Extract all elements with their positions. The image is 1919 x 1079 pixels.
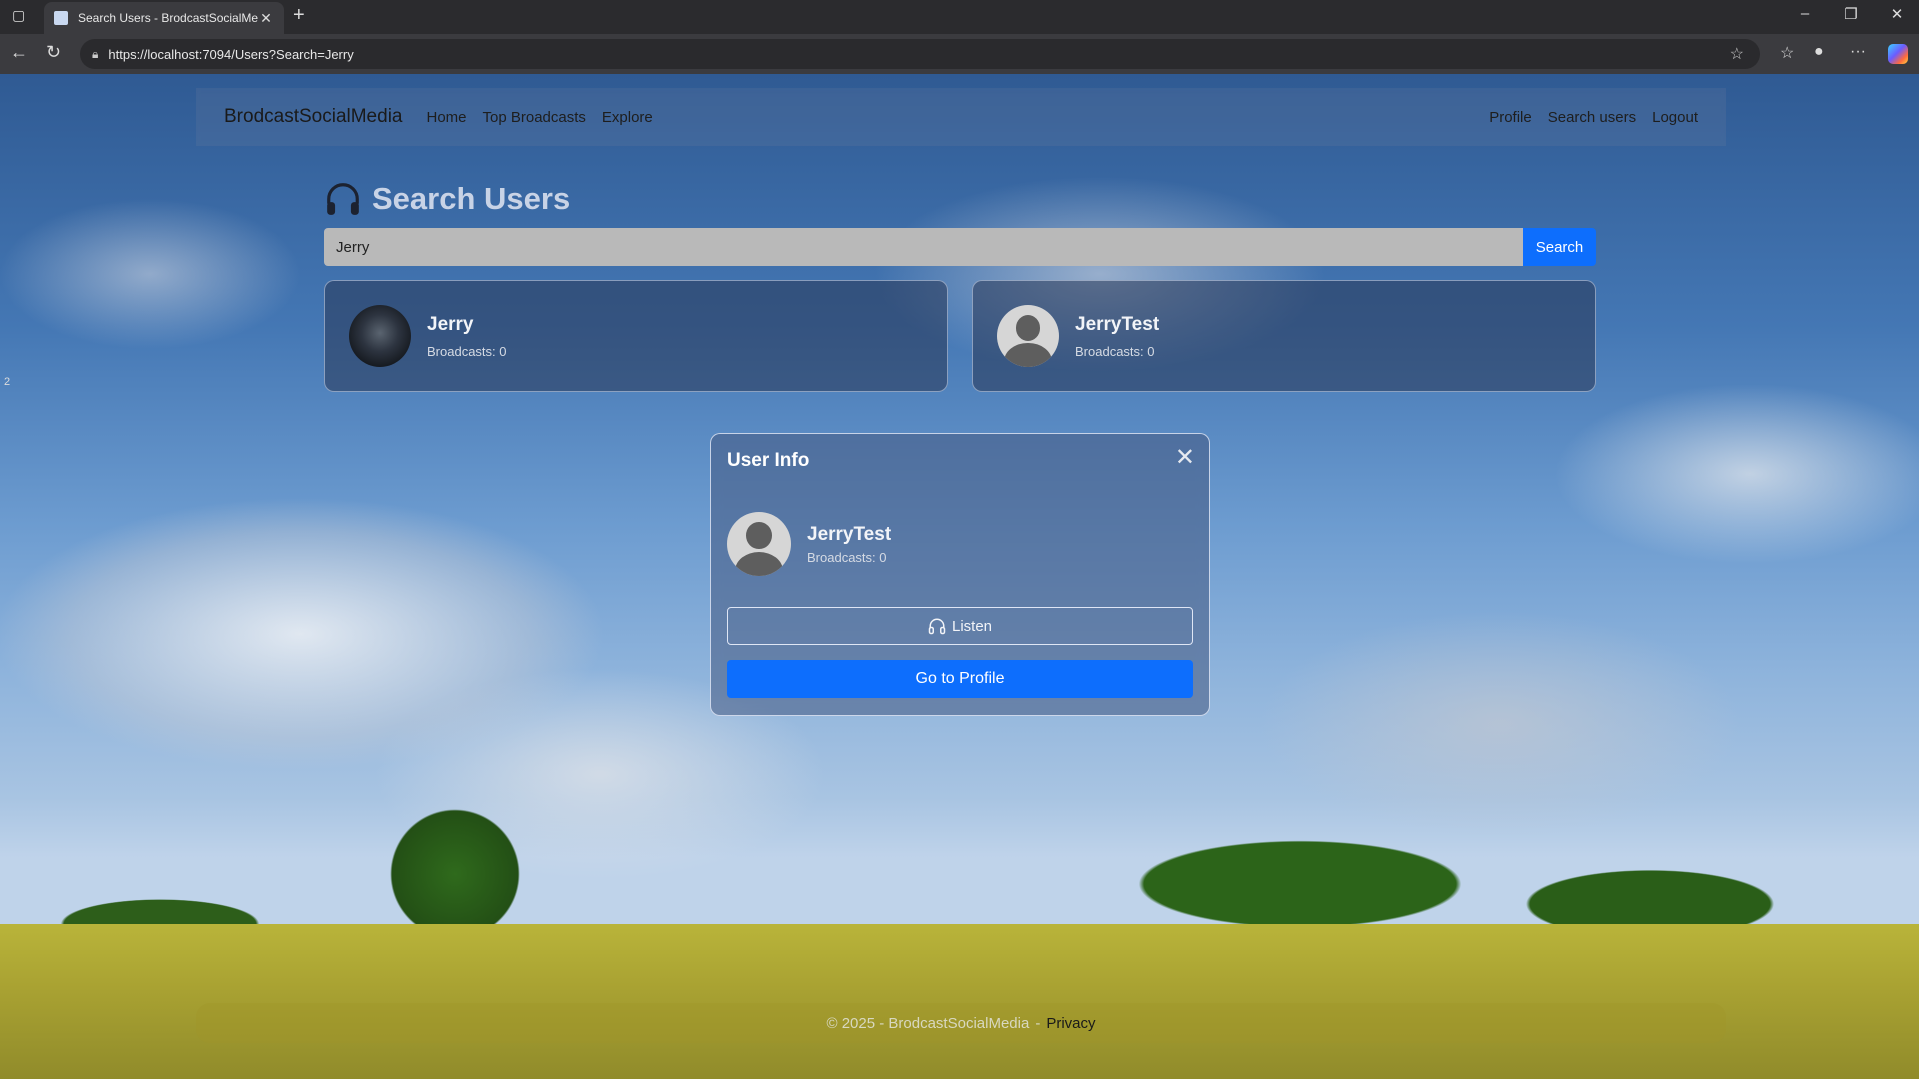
nav-search-users[interactable]: Search users — [1548, 109, 1636, 126]
page-viewport: 2 BrodcastSocialMedia Home Top Broadcast… — [0, 74, 1919, 1079]
tab-title: Search Users - BrodcastSocialMe — [78, 11, 258, 25]
reload-icon[interactable]: ↻ — [46, 42, 61, 63]
profile-avatar-icon[interactable]: ● — [1814, 43, 1824, 61]
close-tab-icon[interactable]: ✕ — [258, 10, 274, 27]
modal-user: JerryTest Broadcasts: 0 — [727, 512, 891, 576]
broadcast-count: Broadcasts: 0 — [427, 343, 507, 359]
nav-home[interactable]: Home — [426, 109, 466, 126]
favicon-icon — [54, 11, 68, 25]
privacy-link[interactable]: Privacy — [1046, 1015, 1095, 1032]
nav-top-broadcasts[interactable]: Top Broadcasts — [483, 109, 586, 126]
modal-broadcast-count: Broadcasts: 0 — [807, 549, 887, 565]
close-window-icon[interactable]: ✕ — [1882, 5, 1912, 23]
broadcast-count: Broadcasts: 0 — [1075, 343, 1155, 359]
lock-icon[interactable]: 🔒︎ — [92, 47, 98, 62]
side-marker: 2 — [4, 376, 11, 388]
minimize-icon[interactable]: – — [1790, 5, 1820, 22]
nav-logout[interactable]: Logout — [1652, 109, 1698, 126]
page-title-text: Search Users — [372, 181, 571, 216]
copilot-icon[interactable] — [1888, 44, 1908, 64]
user-name: Jerry — [427, 313, 474, 335]
background-trees — [0, 794, 1919, 944]
search-form: Search — [324, 228, 1596, 266]
user-name: JerryTest — [1075, 313, 1160, 335]
user-card-jerrytest[interactable]: JerryTest Broadcasts: 0 — [972, 280, 1596, 392]
user-info-modal: User Info ✕ JerryTest Broadcasts: 0 List… — [710, 433, 1210, 716]
nav-explore[interactable]: Explore — [602, 109, 653, 126]
search-input[interactable] — [324, 228, 1523, 266]
app-navbar: BrodcastSocialMedia Home Top Broadcasts … — [196, 88, 1726, 146]
url-text[interactable]: https://localhost:7094/Users?Search=Jerr… — [108, 47, 353, 62]
tab-actions-icon[interactable]: ▢ — [12, 7, 25, 24]
new-tab-icon[interactable]: + — [293, 4, 305, 27]
restore-icon[interactable]: ❐ — [1836, 5, 1866, 23]
page-title: Search Users — [324, 180, 570, 218]
avatar — [727, 512, 791, 576]
nav-right-group: Profile Search users Logout — [1473, 109, 1698, 126]
modal-user-name: JerryTest — [807, 523, 892, 545]
modal-title: User Info — [727, 450, 810, 471]
go-to-profile-button[interactable]: Go to Profile — [727, 660, 1193, 698]
avatar — [997, 305, 1059, 367]
browser-tab[interactable]: Search Users - BrodcastSocialMe ✕ — [44, 2, 284, 34]
brand-link[interactable]: BrodcastSocialMedia — [224, 106, 402, 128]
footer-separator: - — [1035, 1014, 1041, 1032]
nav-profile[interactable]: Profile — [1489, 109, 1532, 126]
avatar — [349, 305, 411, 367]
background-field — [0, 924, 1919, 1079]
favorites-icon[interactable]: ☆ — [1780, 43, 1794, 63]
headphones-icon — [327, 183, 359, 215]
listen-button[interactable]: Listen — [727, 607, 1193, 645]
favorite-star-icon[interactable]: ☆ — [1730, 44, 1744, 64]
browser-toolbar: ← ↻ 🔒︎ https://localhost:7094/Users?Sear… — [0, 34, 1919, 74]
address-bar[interactable]: 🔒︎ https://localhost:7094/Users?Search=J… — [80, 39, 1760, 69]
footer-copyright: © 2025 - BrodcastSocialMedia — [826, 1014, 1030, 1032]
user-card-jerry[interactable]: Jerry Broadcasts: 0 — [324, 280, 948, 392]
close-icon[interactable]: ✕ — [1175, 446, 1195, 470]
more-menu-icon[interactable]: ··· — [1850, 43, 1866, 61]
browser-tabbar: ▢ Search Users - BrodcastSocialMe ✕ + – … — [0, 0, 1919, 34]
search-button[interactable]: Search — [1523, 228, 1596, 266]
headphones-icon — [928, 618, 946, 635]
back-icon[interactable]: ← — [10, 42, 28, 63]
listen-label: Listen — [951, 617, 993, 635]
footer: © 2025 - BrodcastSocialMedia - Privacy — [196, 1003, 1726, 1043]
